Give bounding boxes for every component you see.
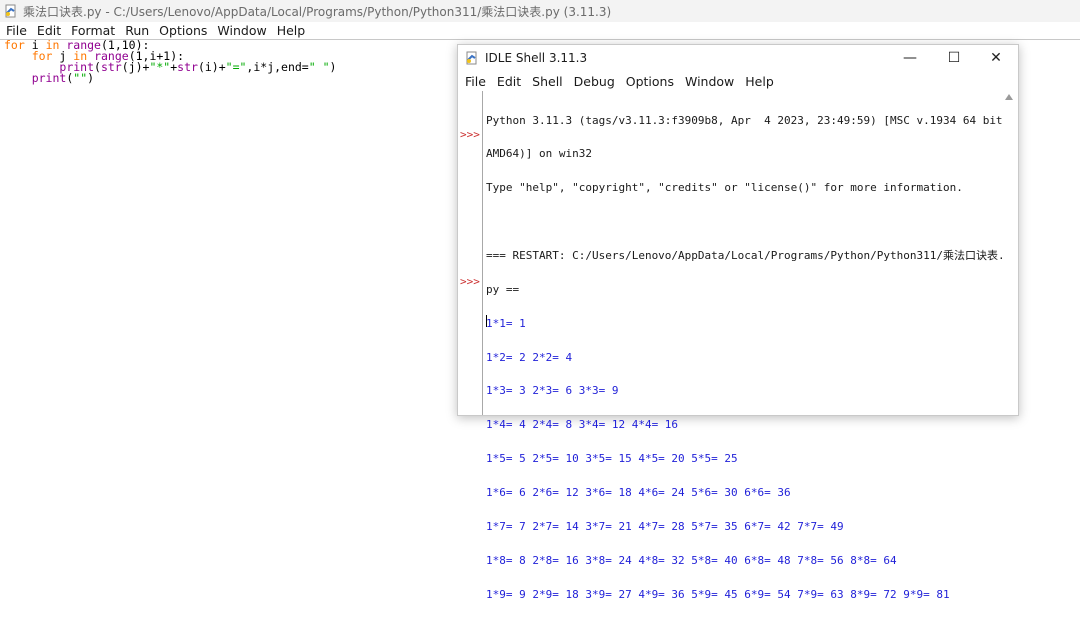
close-button[interactable]: ✕ xyxy=(974,45,1018,71)
maximize-button[interactable]: ☐ xyxy=(932,45,976,71)
code-line-4: print("") xyxy=(31,71,95,85)
editor-code-area[interactable]: for i in range(1,10): for j in range(1,i… xyxy=(4,39,336,85)
output-line: 1*5= 5 2*5= 10 3*5= 15 4*5= 20 5*5= 25 xyxy=(486,452,738,466)
editor-title: 乘法口诀表.py - C:/Users/Lenovo/AppData/Local… xyxy=(23,4,612,19)
output-line: 1*9= 9 2*9= 18 3*9= 27 4*9= 36 5*9= 45 6… xyxy=(486,587,950,601)
editor-menu-run[interactable]: Run xyxy=(125,23,149,38)
editor-menu-window[interactable]: Window xyxy=(217,23,266,38)
scroll-up-arrow-icon[interactable] xyxy=(1005,94,1013,100)
editor-menu-file[interactable]: File xyxy=(6,23,27,38)
idle-shell-icon xyxy=(465,51,479,65)
output-line: 1*4= 4 2*4= 8 3*4= 12 4*4= 16 xyxy=(486,418,679,432)
shell-menu-edit[interactable]: Edit xyxy=(497,74,521,89)
vertical-scrollbar[interactable] xyxy=(1002,91,1016,415)
output-line: 1*3= 3 2*3= 6 3*3= 9 xyxy=(486,384,619,398)
editor-menu-edit[interactable]: Edit xyxy=(37,23,61,38)
text-cursor xyxy=(486,315,487,327)
shell-menu-window[interactable]: Window xyxy=(685,74,734,89)
shell-menu-shell[interactable]: Shell xyxy=(532,74,563,89)
shell-menu-debug[interactable]: Debug xyxy=(574,74,615,89)
output-line: 1*8= 8 2*8= 16 3*8= 24 4*8= 32 5*8= 40 6… xyxy=(486,553,897,567)
restart-line: py == xyxy=(486,282,520,296)
output-line: 1*2= 2 2*2= 4 xyxy=(486,350,573,364)
shell-title: IDLE Shell 3.11.3 xyxy=(485,51,588,65)
idle-shell-window: IDLE Shell 3.11.3 — ☐ ✕ File Edit Shell … xyxy=(457,44,1019,600)
shell-menu-help[interactable]: Help xyxy=(745,74,774,89)
idle-file-icon xyxy=(4,4,18,18)
shell-menubar: File Edit Shell Debug Options Window Hel… xyxy=(458,72,1018,90)
editor-title-bar[interactable]: 乘法口诀表.py - C:/Users/Lenovo/AppData/Local… xyxy=(0,0,1080,22)
prompt-marker: >>> xyxy=(460,128,480,141)
prompt-gutter: >>> >>> xyxy=(458,91,483,415)
shell-menu-options[interactable]: Options xyxy=(626,74,674,89)
banner-line: AMD64)] on win32 xyxy=(486,147,592,161)
output-line: 1*6= 6 2*6= 12 3*6= 18 4*6= 24 5*6= 30 6… xyxy=(486,486,791,500)
banner-line: Python 3.11.3 (tags/v3.11.3:f3909b8, Apr… xyxy=(486,113,1016,127)
editor-menu-help[interactable]: Help xyxy=(277,23,306,38)
prompt-marker: >>> xyxy=(460,275,480,288)
restart-line: === RESTART: C:/Users/Lenovo/AppData/Loc… xyxy=(486,248,1005,262)
shell-output-area[interactable]: Python 3.11.3 (tags/v3.11.3:f3909b8, Apr… xyxy=(486,92,1016,623)
editor-menubar: File Edit Format Run Options Window Help xyxy=(0,22,1080,40)
banner-line: Type "help", "copyright", "credits" or "… xyxy=(486,181,963,195)
minimize-button[interactable]: — xyxy=(888,45,932,71)
output-line: 1*1= 1 xyxy=(486,316,526,330)
editor-menu-options[interactable]: Options xyxy=(159,23,207,38)
shell-menu-file[interactable]: File xyxy=(465,74,486,89)
editor-menu-format[interactable]: Format xyxy=(71,23,115,38)
output-line: 1*7= 7 2*7= 14 3*7= 21 4*7= 28 5*7= 35 6… xyxy=(486,519,844,533)
